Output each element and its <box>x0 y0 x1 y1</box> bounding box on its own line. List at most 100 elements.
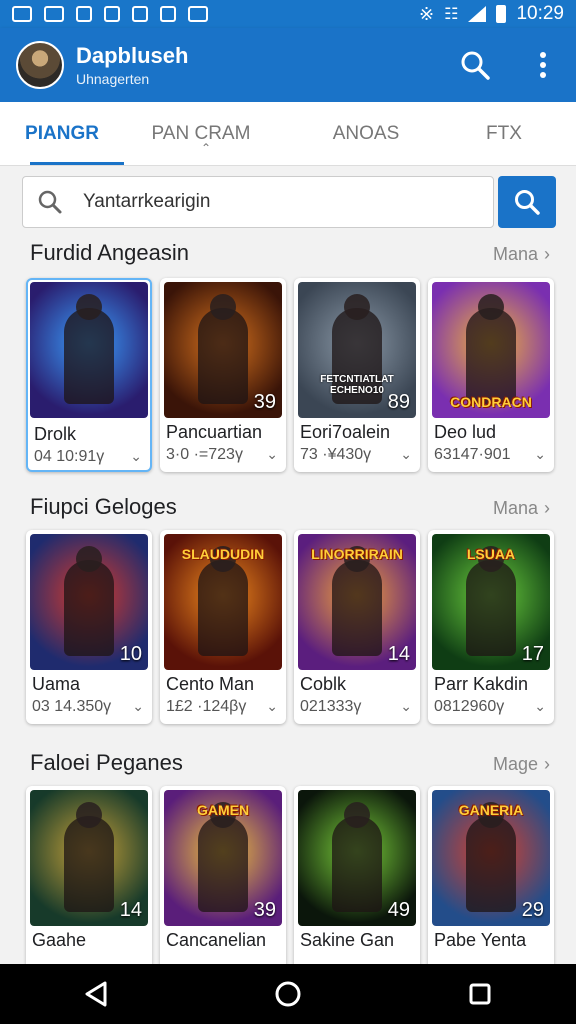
game-card[interactable]: 10 Uama 03 14.350γ ⌄ <box>26 530 152 724</box>
character-figure <box>198 816 248 912</box>
character-figure <box>332 816 382 912</box>
rating-badge: 14 <box>119 899 142 921</box>
tab-pan-cram[interactable]: PAN CRAM ⌃ <box>124 102 278 165</box>
recents-button[interactable] <box>460 974 500 1014</box>
app-title: Dapbluseh <box>76 43 189 68</box>
thumbnail-title-art: GAMEN <box>196 802 250 818</box>
chevron-down-icon[interactable]: ⌄ <box>130 448 142 465</box>
chevron-down-icon[interactable]: ⌄ <box>266 446 278 463</box>
app-notification-icon <box>76 6 92 22</box>
back-button[interactable] <box>76 974 116 1014</box>
game-card[interactable]: GAMEN 39 Cancanelian <box>160 786 286 980</box>
game-card[interactable]: LSUAA 17 Parr Kakdin 0812960γ ⌄ <box>428 530 554 724</box>
tab-anoas[interactable]: ANOAS <box>278 102 454 165</box>
game-thumbnail <box>30 282 148 418</box>
search-input[interactable] <box>83 191 463 213</box>
card-row: Drolk 04 10:91γ ⌄ 39 Pancuartian 3·0 ·=723γ ⌄ F… <box>26 278 556 472</box>
character-head <box>76 294 102 320</box>
section-more-link[interactable]: Mage › <box>493 754 550 775</box>
thumbnail-title-art: LSUAA <box>466 546 516 562</box>
game-title: Coblk <box>300 674 347 694</box>
game-card[interactable]: Drolk 04 10:91γ ⌄ <box>26 278 152 472</box>
character-figure <box>64 308 114 404</box>
more-vert-icon <box>540 52 546 78</box>
section-title: Faloei Peganes <box>30 750 183 775</box>
game-card[interactable]: FETCNTIATLAT ECHENO10 89 Eori7oalein 73 ·¥4… <box>294 278 420 472</box>
character-head <box>210 294 236 320</box>
card-row: 14 Gaahe GAMEN 39 Cancanelian 49 Sakine Gan GAN… <box>26 786 556 980</box>
back-triangle-icon <box>85 981 107 1007</box>
character-figure <box>466 816 516 912</box>
game-card[interactable]: 39 Pancuartian 3·0 ·=723γ ⌄ <box>160 278 286 472</box>
avatar[interactable] <box>16 41 64 89</box>
game-meta: 3·0 ·=723γ <box>166 446 243 463</box>
chevron-down-icon[interactable]: ⌄ <box>266 698 278 715</box>
game-card[interactable]: LINORRIRAIN 14 Coblk 021333γ ⌄ <box>294 530 420 724</box>
game-meta: 0812960γ <box>434 698 505 715</box>
section-title: Fiupci Geloges <box>30 494 177 519</box>
tab-ftx[interactable]: FTX <box>454 102 554 165</box>
game-card[interactable]: 14 Gaahe <box>26 786 152 980</box>
home-circle-icon <box>275 981 301 1007</box>
status-bar: ※ ☷ 10:29 <box>0 0 576 28</box>
chevron-down-icon[interactable]: ⌄ <box>534 446 546 463</box>
chevron-down-icon[interactable]: ⌄ <box>534 698 546 715</box>
tab-piangr[interactable]: PIANGR <box>0 102 124 165</box>
game-notification-icon <box>160 6 176 22</box>
character-head <box>344 802 370 828</box>
search-row <box>22 176 556 228</box>
game-thumbnail: LSUAA 17 <box>432 534 550 670</box>
section-more-link[interactable]: Mana › <box>493 244 550 265</box>
game-meta: 04 10:91γ <box>34 448 105 465</box>
bag-notification-icon <box>104 6 120 22</box>
game-thumbnail: 10 <box>30 534 148 670</box>
game-title: Uama <box>32 674 81 694</box>
character-head <box>76 546 102 572</box>
section-more-link[interactable]: Mana › <box>493 498 550 519</box>
game-title: Cancanelian <box>166 930 267 950</box>
character-figure <box>466 560 516 656</box>
game-title: Drolk <box>34 424 77 444</box>
gallery-notification-icon <box>12 6 32 22</box>
game-thumbnail: CONDRACN <box>432 282 550 418</box>
game-title: Eori7oalein <box>300 422 391 442</box>
thumbnail-title-art: CONDRACN <box>450 394 532 410</box>
rating-badge: 14 <box>387 643 410 665</box>
game-thumbnail: 49 <box>298 790 416 926</box>
app-subtitle: Uhnagerten <box>76 71 150 87</box>
rating-badge: 29 <box>521 899 544 921</box>
game-thumbnail: 14 <box>30 790 148 926</box>
bluetooth-icon: ※ <box>419 3 435 24</box>
rating-badge: 39 <box>253 899 276 921</box>
game-card[interactable]: SLAUDUDIN Cento Man 1£2 ·124βγ ⌄ <box>160 530 286 724</box>
section-fiupci-geloges: Fiupci Geloges Mana › 10 Uama 03 14.350γ ⌄ SL… <box>0 488 576 724</box>
camera-notification-icon <box>188 6 208 22</box>
rating-badge: 89 <box>387 391 410 413</box>
overflow-menu-button[interactable] <box>526 48 560 82</box>
battery-icon <box>496 5 507 23</box>
rating-badge: 17 <box>521 643 544 665</box>
game-meta: 021333γ <box>300 698 362 715</box>
game-card[interactable]: 49 Sakine Gan <box>294 786 420 980</box>
game-card[interactable]: GANERIA 29 Pabe Yenta <box>428 786 554 980</box>
home-button[interactable] <box>268 974 308 1014</box>
game-card[interactable]: CONDRACN Deo lud 63147·901 ⌄ <box>428 278 554 472</box>
chevron-down-icon[interactable]: ⌄ <box>400 446 412 463</box>
game-thumbnail: SLAUDUDIN <box>164 534 282 670</box>
game-meta: 03 14.350γ <box>32 698 112 715</box>
search-icon <box>461 51 490 80</box>
search-button[interactable] <box>458 48 492 82</box>
game-title: Pancuartian <box>166 422 263 442</box>
recents-square-icon <box>469 983 491 1005</box>
image-notification-icon <box>44 6 64 22</box>
search-submit-button[interactable] <box>498 176 556 228</box>
location-notification-icon <box>132 6 148 22</box>
chevron-down-icon[interactable]: ⌄ <box>400 698 412 715</box>
chevron-right-icon: › <box>544 498 550 518</box>
character-figure <box>198 308 248 404</box>
game-thumbnail: LINORRIRAIN 14 <box>298 534 416 670</box>
chevron-right-icon: › <box>544 244 550 264</box>
game-meta: 73 ·¥430γ <box>300 446 372 463</box>
chevron-down-icon[interactable]: ⌄ <box>132 698 144 715</box>
search-box[interactable] <box>22 176 494 228</box>
